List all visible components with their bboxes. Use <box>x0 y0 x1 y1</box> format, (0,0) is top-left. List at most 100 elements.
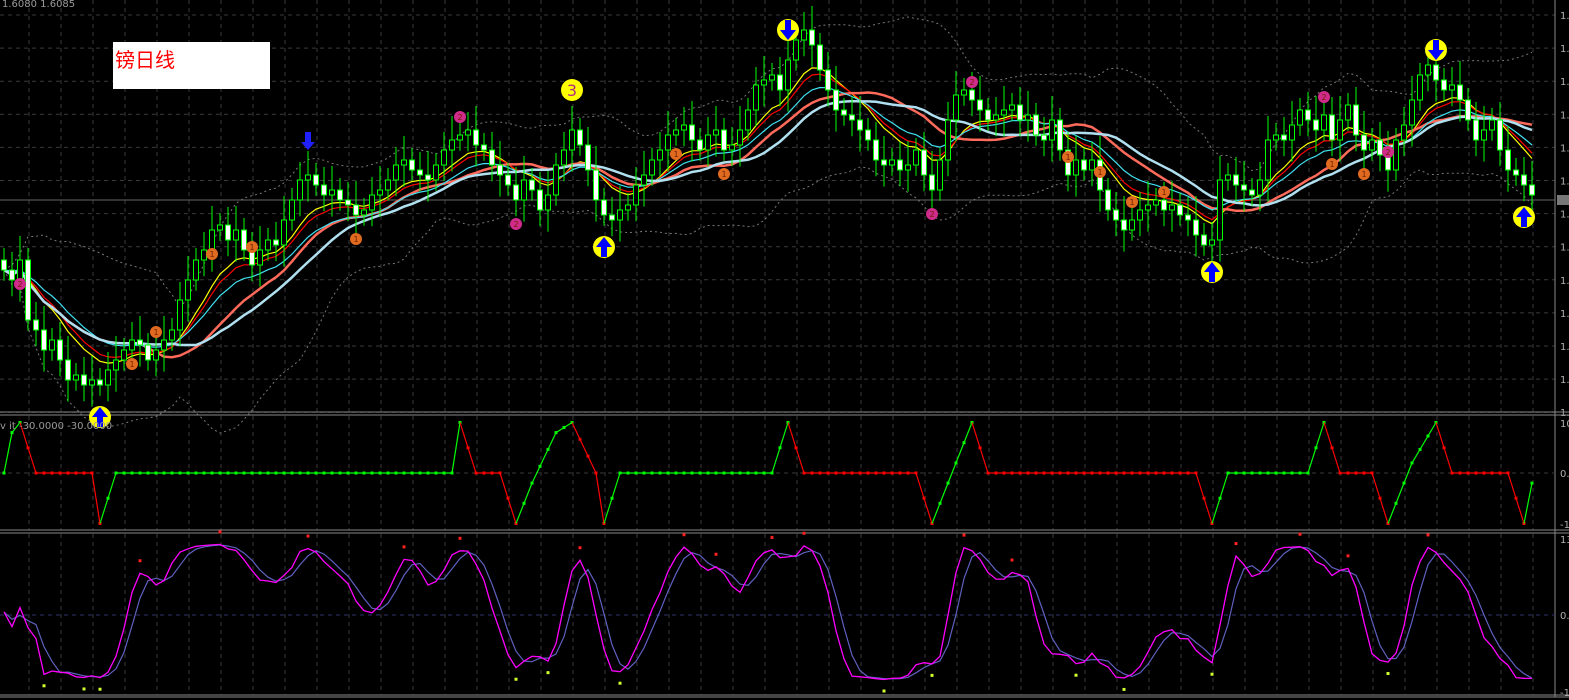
bull-candle-body <box>1345 104 1351 121</box>
bull-candle-body <box>113 359 119 371</box>
sub1-point <box>746 471 750 475</box>
sub1-point <box>714 471 718 475</box>
bull-candle-body <box>737 129 743 146</box>
oscillator-trough-dot <box>546 671 550 675</box>
bull-candle-body <box>673 129 679 136</box>
sub1-point <box>1066 471 1070 475</box>
sub1-segment <box>931 462 957 524</box>
oscillator-peak-dot <box>306 534 310 538</box>
sub1-axis-label: -10 <box>1560 520 1569 531</box>
candle <box>1233 157 1239 202</box>
sub1-axis-label: 0.0 <box>1560 469 1569 480</box>
oscillator-trough-dot <box>98 687 102 691</box>
bear-candle-body <box>337 189 343 201</box>
sub1-point <box>1146 471 1150 475</box>
sub1-point <box>194 471 198 475</box>
bear-candle-body <box>929 174 935 191</box>
sub1-point <box>1018 471 1022 475</box>
sub1-point <box>330 471 334 475</box>
bull-candle-body <box>1089 159 1095 171</box>
bear-candle-body <box>497 164 503 176</box>
bear-candle-body <box>137 339 143 346</box>
bull-candle-body <box>769 74 775 81</box>
bear-candle-body <box>537 189 543 211</box>
bear-candle-body <box>145 344 151 361</box>
trading-chart[interactable]: 1.1.1.1.1.1.1.1.1.1.1.1.1.100.0-10130.0-… <box>0 0 1569 700</box>
candle <box>1249 178 1255 206</box>
sub1-point <box>1474 471 1478 475</box>
candle <box>881 136 887 187</box>
candle <box>465 112 471 152</box>
bull-candle-body <box>73 374 79 381</box>
sub1-point <box>898 471 902 475</box>
bull-candle-body <box>1369 139 1375 151</box>
signal-badge-one: 1 <box>1358 168 1370 180</box>
sub1-point <box>850 471 854 475</box>
sub1-point <box>658 471 662 475</box>
bear-candle-body <box>425 174 431 181</box>
bear-candle-body <box>833 89 839 111</box>
candle <box>705 117 711 167</box>
sub1-point <box>1418 447 1422 451</box>
sub1-point <box>818 471 822 475</box>
candle <box>337 178 343 211</box>
candle <box>1081 148 1087 181</box>
bull-candle-body <box>665 134 671 151</box>
bull-candle-body <box>385 179 391 191</box>
sub1-point <box>922 496 926 500</box>
bull-candle-body <box>401 159 407 166</box>
bear-candle-body <box>873 139 879 161</box>
badge-label: 2 <box>513 220 518 229</box>
badge-label: 2 <box>17 280 22 289</box>
signal-badge-two: 2 <box>1318 91 1330 103</box>
sub1-point <box>946 481 950 485</box>
candle <box>721 118 727 161</box>
sub1-point <box>58 471 62 475</box>
badge-label: 1 <box>249 243 254 252</box>
price-axis-label: 1. <box>1560 210 1569 221</box>
candle <box>377 166 383 217</box>
sub1-point <box>1170 471 1174 475</box>
bull-candle-body <box>1417 74 1423 101</box>
candle <box>1337 96 1343 162</box>
oscillator-peak-dot <box>578 546 582 550</box>
buy-arrow-icon <box>1513 206 1535 228</box>
bear-candle-body <box>353 204 359 216</box>
oscillator-trough-dot <box>42 684 46 688</box>
sub1-point <box>890 471 894 475</box>
bull-candle-body <box>209 229 215 251</box>
bear-candle-body <box>65 359 71 381</box>
bear-candle-body <box>969 89 975 101</box>
candle <box>1313 96 1319 152</box>
bull-candle-body <box>193 259 199 281</box>
bull-candle-body <box>265 239 271 251</box>
sub1-point <box>1106 471 1110 475</box>
sub1-point <box>1514 496 1518 500</box>
bear-candle-body <box>489 149 495 166</box>
oscillator-peak-dot <box>458 536 462 540</box>
candle <box>1473 102 1479 157</box>
oscillator-peak-dot <box>714 552 718 556</box>
bull-candle-body <box>785 59 791 91</box>
sub1-point <box>202 471 206 475</box>
bull-candle-body <box>1297 109 1303 126</box>
candle <box>617 186 623 242</box>
sub1-point <box>874 471 878 475</box>
candle <box>209 206 215 272</box>
badge-label: 1 <box>1129 198 1134 207</box>
bear-candle-body <box>1377 139 1383 156</box>
candle <box>633 167 639 222</box>
candle <box>265 228 271 261</box>
bear-candle-body <box>777 74 783 91</box>
candle <box>641 151 647 207</box>
bull-candle-body <box>1025 114 1031 121</box>
sub1-point <box>1138 471 1142 475</box>
sub1-point <box>146 471 150 475</box>
bear-candle-body <box>57 339 63 361</box>
candle <box>41 306 47 372</box>
candle <box>25 248 31 331</box>
bear-candle-body <box>689 124 695 141</box>
candle <box>889 148 895 176</box>
bear-candle-body <box>81 374 87 386</box>
candle <box>737 106 743 167</box>
